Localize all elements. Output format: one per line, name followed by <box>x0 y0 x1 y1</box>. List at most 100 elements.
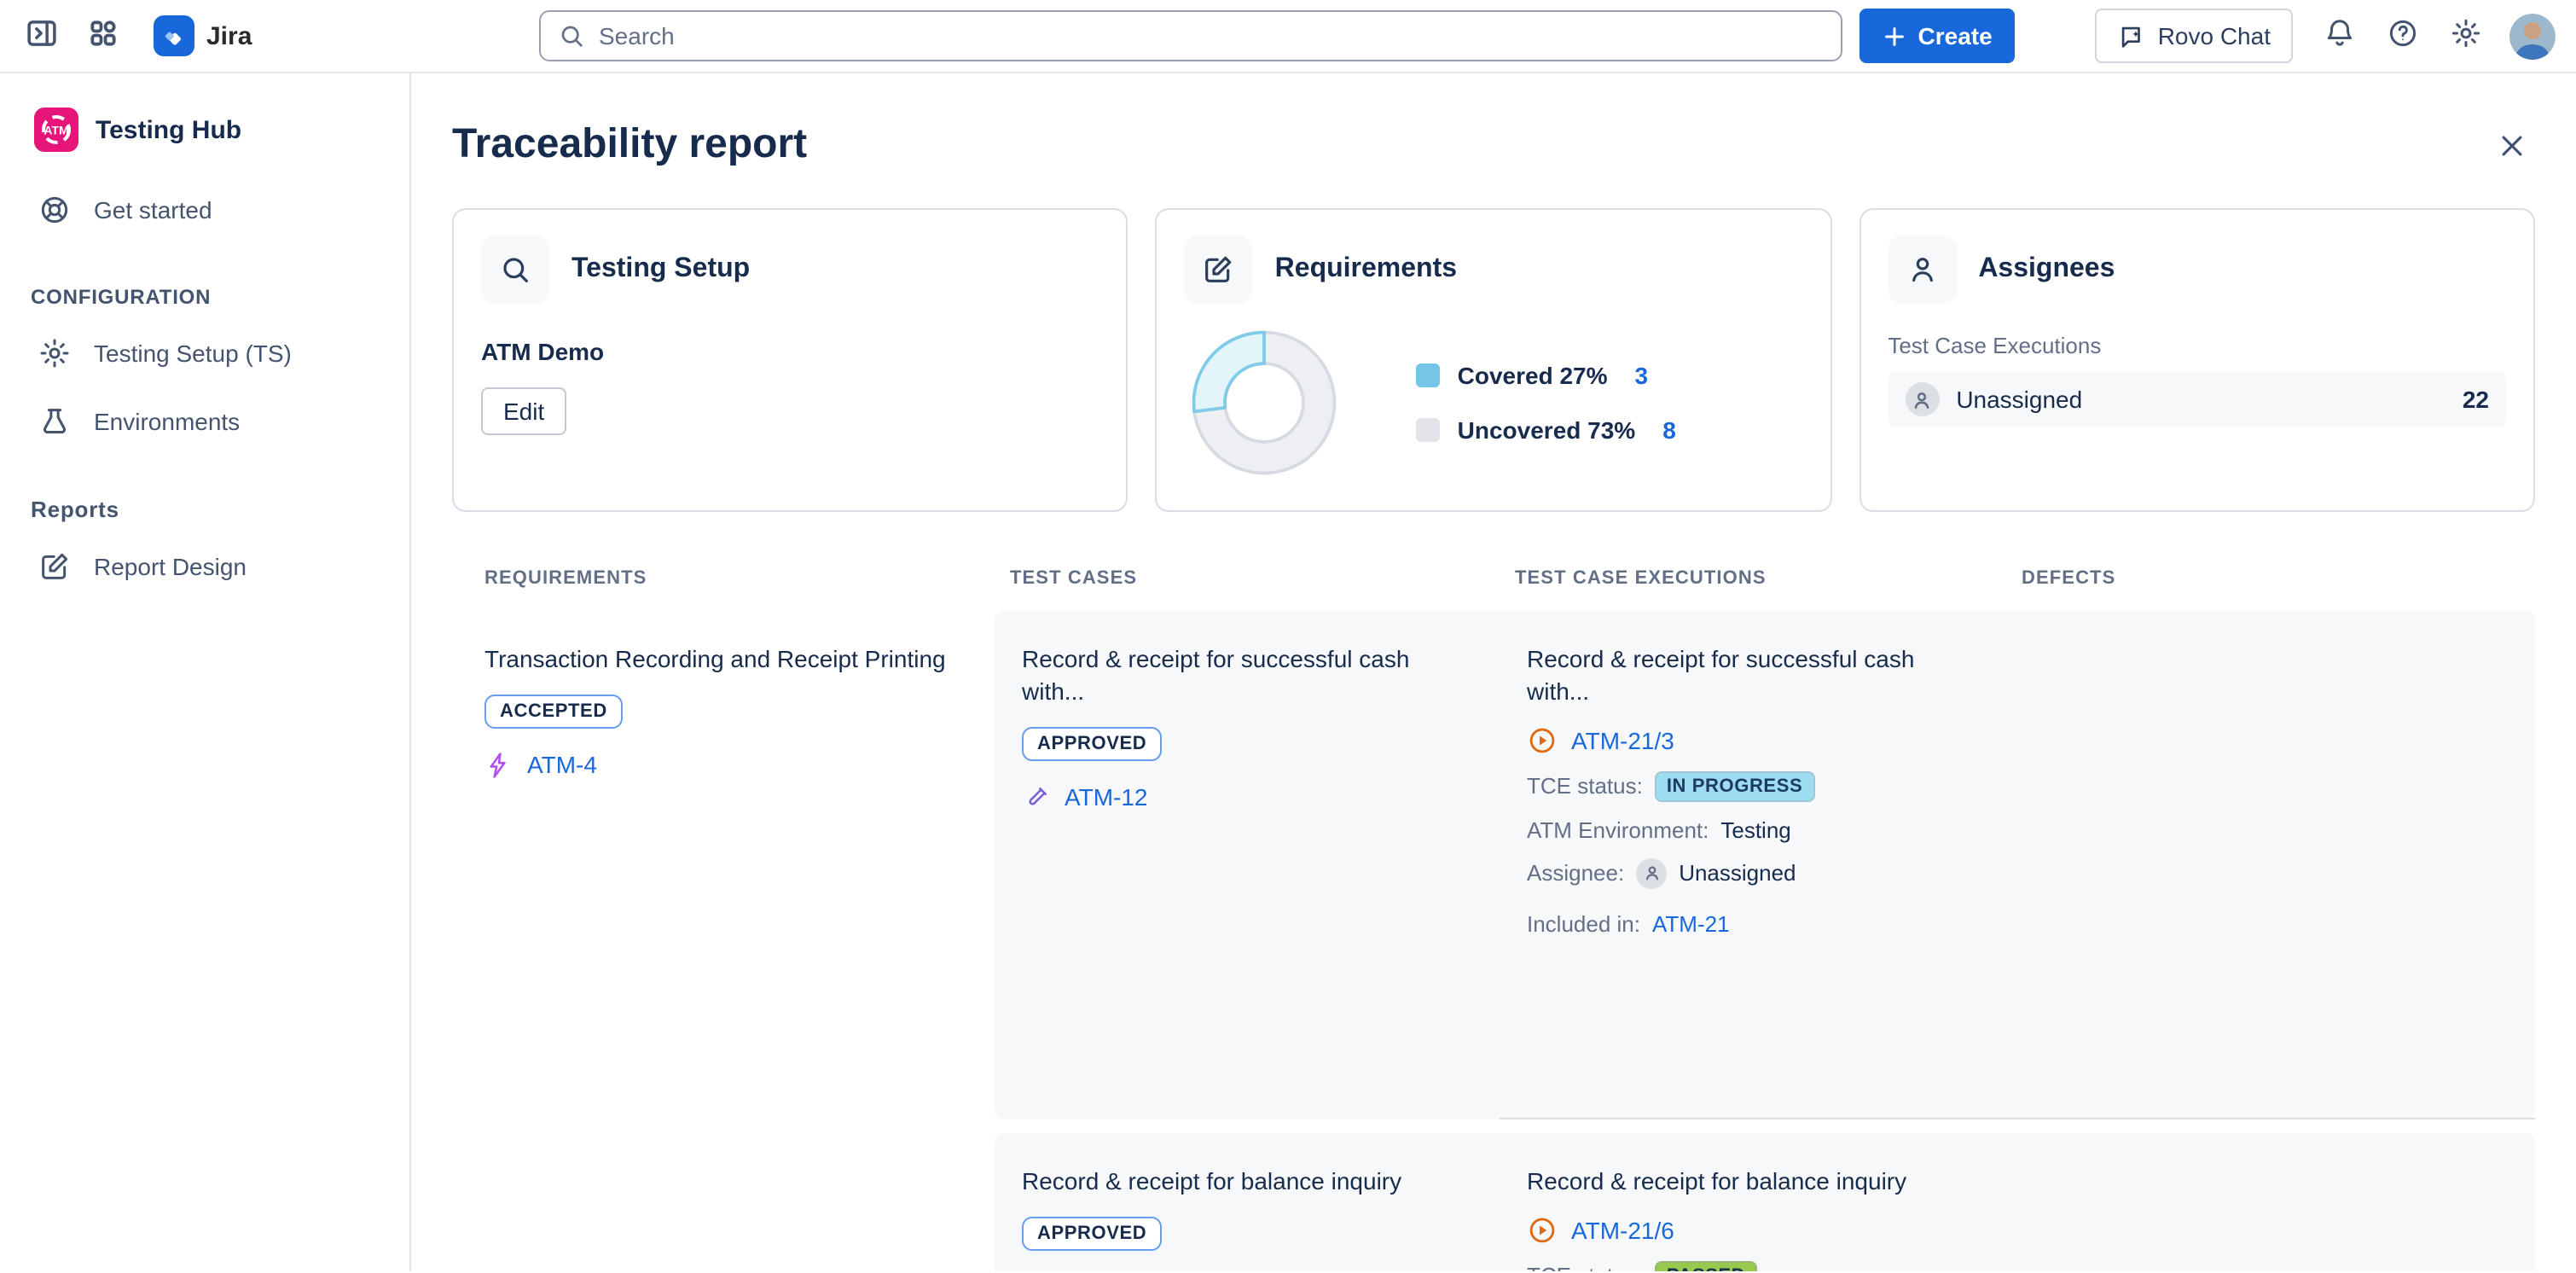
coverage-legend: Covered 27% 3 Uncovered 73% 8 <box>1417 362 1676 444</box>
main-content: Traceability report Testing Setup <box>411 73 2576 1271</box>
user-avatar[interactable] <box>2509 13 2556 59</box>
assignees-subtitle: Test Case Executions <box>1888 333 2506 358</box>
execution-title: Record & receipt for balance inquiry <box>1527 1165 1979 1198</box>
execution-cell: Record & receipt for balance inquiry ATM… <box>1500 1133 2006 1271</box>
rovo-chat-label: Rovo Chat <box>2158 22 2271 49</box>
assignees-card: Assignees Test Case Executions Unassigne… <box>1859 208 2535 512</box>
app-switcher-button[interactable] <box>75 9 130 63</box>
create-button-label: Create <box>1918 22 1993 49</box>
row-linked-items: Record & receipt for successful cash wit… <box>995 611 2535 1119</box>
traceability-table: Requirements Test Cases Test Case Execut… <box>452 568 2535 1271</box>
card-title: Assignees <box>1978 254 2115 285</box>
legend-label: Covered 27% <box>1458 362 1608 389</box>
sidebar-item-report-design[interactable]: Report Design <box>17 536 392 597</box>
jira-home-link[interactable]: Jira <box>154 15 252 56</box>
help-button[interactable] <box>2375 9 2429 63</box>
assignee-label: Assignee: <box>1527 861 1624 886</box>
assignee-count: 22 <box>2463 386 2489 413</box>
assignee-value: Unassigned <box>1679 861 1796 886</box>
search-icon <box>481 235 549 304</box>
lightning-icon <box>484 751 513 780</box>
gear-icon <box>2449 17 2481 55</box>
bell-icon <box>2323 17 2355 55</box>
sidebar-section-reports: Reports <box>17 497 392 522</box>
testing-setup-card: Testing Setup ATM Demo Edit <box>452 208 1128 512</box>
defects-cell <box>2006 611 2535 1119</box>
test-case-title: Record & receipt for balance inquiry <box>1022 1165 1472 1198</box>
uncovered-count-link[interactable]: 8 <box>1662 416 1676 444</box>
sidebar-project-header[interactable]: ATM Testing Hub <box>17 104 392 155</box>
execution-cell: Record & receipt for successful cash wit… <box>1500 611 2006 1119</box>
play-circle-icon <box>1527 1215 1558 1246</box>
test-case-status-badge: APPROVED <box>1022 727 1162 761</box>
notifications-button[interactable] <box>2312 9 2366 63</box>
rovo-chat-button[interactable]: Rovo Chat <box>2095 9 2293 63</box>
testing-setup-value: ATM Demo <box>481 338 1099 365</box>
unassigned-avatar-icon <box>1905 382 1939 416</box>
sidebar-toggle-button[interactable] <box>14 9 68 63</box>
sidebar-collapse-icon <box>23 15 59 56</box>
unassigned-avatar-icon <box>1636 858 1667 889</box>
requirement-title: Transaction Recording and Receipt Printi… <box>484 643 960 676</box>
tce-status-label: TCE status: <box>1527 1264 1643 1271</box>
covered-swatch <box>1417 363 1441 387</box>
legend-item-uncovered: Uncovered 73% 8 <box>1417 416 1676 444</box>
sidebar-item-testing-setup[interactable]: Testing Setup (TS) <box>17 323 392 384</box>
included-in-label: Included in: <box>1527 911 1640 937</box>
sidebar-item-label: Get started <box>94 196 212 224</box>
help-icon <box>2386 17 2418 55</box>
covered-count-link[interactable]: 3 <box>1635 362 1649 389</box>
edit-button[interactable]: Edit <box>481 387 566 435</box>
coverage-donut-chart <box>1188 326 1342 480</box>
environment-label: ATM Environment: <box>1527 817 1709 843</box>
card-title: Testing Setup <box>571 254 750 285</box>
topbar-left-group: Jira <box>14 9 539 63</box>
test-case-key-link[interactable]: ATM-12 <box>1065 784 1148 811</box>
sidebar-item-label: Report Design <box>94 553 247 580</box>
included-in-link[interactable]: ATM-21 <box>1652 911 1730 937</box>
settings-button[interactable] <box>2438 9 2492 63</box>
requirement-cell <box>452 1133 995 1271</box>
requirements-card: Requirements Covered 27% 3 <box>1156 208 1832 512</box>
legend-label: Uncovered 73% <box>1458 416 1636 444</box>
execution-key-link[interactable]: ATM-21/6 <box>1571 1217 1674 1244</box>
create-button[interactable]: Create <box>1860 9 2015 63</box>
project-atm-icon: ATM <box>34 108 78 152</box>
execution-key-link[interactable]: ATM-21/3 <box>1571 727 1674 754</box>
search-icon <box>558 22 585 49</box>
project-name: Testing Hub <box>96 115 241 144</box>
sidebar-item-get-started[interactable]: Get started <box>17 179 392 241</box>
lifebuoy-icon <box>38 193 72 227</box>
search-input[interactable] <box>599 22 1825 49</box>
sidebar-item-environments[interactable]: Environments <box>17 391 392 452</box>
table-header-row: Requirements Test Cases Test Case Execut… <box>452 568 2535 589</box>
assignee-name: Unassigned <box>1956 386 2445 413</box>
sidebar-item-label: Testing Setup (TS) <box>94 340 292 367</box>
column-header-defects: Defects <box>2006 568 2535 589</box>
app-grid-icon <box>86 17 119 55</box>
sidebar: ATM Testing Hub Get started Configuratio… <box>0 73 411 1271</box>
requirement-cell: Transaction Recording and Receipt Printi… <box>452 611 995 1119</box>
test-case-title: Record & receipt for successful cash wit… <box>1022 643 1472 708</box>
page-title: Traceability report <box>452 118 807 172</box>
test-case-cell: Record & receipt for balance inquiry APP… <box>995 1133 1500 1271</box>
plus-icon <box>1883 23 1908 49</box>
assignee-row-unassigned[interactable]: Unassigned 22 <box>1888 372 2506 427</box>
gear-icon <box>38 336 72 370</box>
sidebar-section-configuration: Configuration <box>17 285 392 309</box>
rovo-chat-icon <box>2117 21 2146 50</box>
close-icon <box>2497 131 2526 160</box>
global-search[interactable] <box>539 10 1843 61</box>
person-icon <box>1888 235 1956 304</box>
requirement-status-badge: ACCEPTED <box>484 695 623 729</box>
close-report-button[interactable] <box>2487 121 2535 169</box>
column-header-test-cases: Test Cases <box>995 568 1500 589</box>
top-navigation-bar: Jira Create Rovo Chat <box>0 0 2576 73</box>
topbar-right-group: Rovo Chat <box>2095 9 2556 63</box>
requirement-key-link[interactable]: ATM-4 <box>527 752 597 779</box>
execution-title: Record & receipt for successful cash wit… <box>1527 643 1979 708</box>
test-case-status-badge: APPROVED <box>1022 1217 1162 1251</box>
tce-status-label: TCE status: <box>1527 774 1643 799</box>
edit-icon <box>1185 235 1253 304</box>
table-row: Record & receipt for balance inquiry APP… <box>452 1133 2535 1271</box>
